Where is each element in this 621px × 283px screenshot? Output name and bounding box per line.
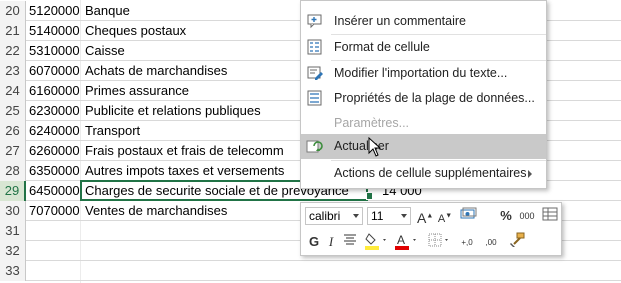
cell-label[interactable]: Autres impots taxes et versements bbox=[85, 161, 284, 181]
edit-import-icon bbox=[306, 65, 324, 81]
cell-label[interactable]: Publicite et relations publiques bbox=[85, 101, 261, 121]
row-header[interactable]: 22 bbox=[0, 41, 26, 61]
fill-color-button[interactable] bbox=[363, 232, 389, 252]
row-header[interactable]: 25 bbox=[0, 101, 26, 121]
cell-label[interactable]: Cheques postaux bbox=[85, 21, 186, 41]
submenu-arrow-icon bbox=[528, 170, 532, 178]
cell-account[interactable]: 7070000 bbox=[29, 201, 80, 221]
mini-toolbar: calibri 11 A▲ A▼ % 000 G I A +,0 ,00 bbox=[300, 202, 562, 256]
row-header[interactable]: 32 bbox=[0, 241, 26, 261]
menu-item-label: Propriétés de la plage de données... bbox=[334, 91, 535, 105]
refresh-icon bbox=[306, 138, 324, 154]
number-format-button[interactable] bbox=[459, 206, 481, 226]
menu-item-label: Insérer un commentaire bbox=[334, 14, 467, 28]
bold-button[interactable]: G bbox=[307, 232, 321, 252]
row-header[interactable]: 28 bbox=[0, 161, 26, 181]
cell-label[interactable]: Ventes de marchandises bbox=[85, 201, 227, 221]
fill-handle[interactable] bbox=[366, 192, 373, 200]
cell-label[interactable]: Transport bbox=[85, 121, 140, 141]
cell-account[interactable]: 6230000 bbox=[29, 101, 80, 121]
percent-button[interactable]: % bbox=[499, 206, 513, 226]
font-color-button[interactable]: A bbox=[393, 232, 419, 252]
font-name-select[interactable]: calibri bbox=[305, 207, 363, 225]
cell-account[interactable]: 6160000 bbox=[29, 81, 80, 101]
cell-account[interactable]: 6260000 bbox=[29, 141, 80, 161]
increase-font-size-button[interactable]: A▲ bbox=[417, 206, 433, 226]
borders-button[interactable] bbox=[427, 232, 451, 252]
cell-label[interactable]: Banque bbox=[85, 1, 130, 21]
decrease-decimal-button[interactable]: ,00 bbox=[481, 233, 501, 253]
cell-account[interactable]: 5140000 bbox=[29, 21, 80, 41]
font-name-value: calibri bbox=[309, 209, 341, 223]
italic-button[interactable]: I bbox=[325, 232, 337, 252]
row-header[interactable]: 31 bbox=[0, 221, 26, 241]
increase-decimal-button[interactable]: +,0 bbox=[457, 233, 477, 253]
align-center-icon bbox=[344, 234, 356, 245]
format-painter-icon bbox=[510, 232, 525, 247]
cell-account[interactable]: 5310000 bbox=[29, 41, 80, 61]
mouse-cursor-icon bbox=[368, 137, 382, 157]
row-header[interactable]: 30 bbox=[0, 201, 26, 221]
row-header[interactable]: 26 bbox=[0, 121, 26, 141]
format-cells-icon bbox=[306, 39, 324, 55]
menu-insert-comment[interactable]: Insérer un commentaire bbox=[301, 9, 546, 34]
cell-account[interactable]: 6070000 bbox=[29, 61, 80, 81]
currency-icon bbox=[460, 207, 477, 219]
menu-item-label: Format de cellule bbox=[334, 40, 430, 54]
menu-format-cells[interactable]: Format de cellule bbox=[301, 35, 546, 60]
format-painter-button[interactable] bbox=[507, 232, 527, 252]
range-properties-icon bbox=[306, 90, 324, 106]
row-header[interactable]: 24 bbox=[0, 81, 26, 101]
row-header-active[interactable]: 29 bbox=[0, 181, 26, 201]
menu-more-cell-actions[interactable]: Actions de cellule supplémentaires bbox=[301, 161, 546, 186]
menu-item-label: Paramètres... bbox=[334, 116, 410, 130]
thousands-separator-button[interactable]: 000 bbox=[517, 206, 537, 226]
menu-parameters: Paramètres... bbox=[301, 111, 546, 136]
row-header[interactable]: 21 bbox=[0, 21, 26, 41]
menu-item-label: Modifier l'importation du texte... bbox=[334, 66, 508, 80]
row-header[interactable]: 20 bbox=[0, 1, 26, 21]
table-row: 33 bbox=[0, 261, 621, 281]
fill-bucket-icon bbox=[365, 233, 386, 250]
shrink-font-icon: A▼ bbox=[437, 212, 453, 225]
chevron-down-icon bbox=[353, 214, 359, 218]
font-color-icon: A bbox=[395, 233, 416, 250]
cell-account[interactable]: 6240000 bbox=[29, 121, 80, 141]
row-header[interactable]: 33 bbox=[0, 261, 26, 281]
comment-icon bbox=[306, 13, 324, 29]
row-header[interactable]: 27 bbox=[0, 141, 26, 161]
menu-range-properties[interactable]: Propriétés de la plage de données... bbox=[301, 86, 546, 111]
menu-refresh[interactable]: Actualiser bbox=[301, 134, 546, 159]
svg-text:A: A bbox=[397, 233, 405, 247]
chevron-down-icon bbox=[401, 214, 407, 218]
table-icon bbox=[542, 207, 558, 221]
decrease-font-size-button[interactable]: A▼ bbox=[437, 206, 453, 226]
cell-label[interactable]: Frais postaux et frais de telecomm bbox=[85, 141, 284, 161]
menu-item-label: Actions de cellule supplémentaires bbox=[334, 166, 527, 180]
cell-label[interactable]: Caisse bbox=[85, 41, 125, 61]
table-format-button[interactable] bbox=[541, 207, 559, 227]
cell-label[interactable]: Achats de marchandises bbox=[85, 61, 227, 81]
menu-edit-import[interactable]: Modifier l'importation du texte... bbox=[301, 61, 546, 86]
align-center-button[interactable] bbox=[341, 232, 359, 252]
cell-account[interactable]: 6350000 bbox=[29, 161, 80, 181]
cell-account[interactable]: 6450000 bbox=[29, 181, 80, 201]
cell-account[interactable]: 5120000 bbox=[29, 1, 80, 21]
row-header[interactable]: 23 bbox=[0, 61, 26, 81]
borders-icon bbox=[428, 233, 448, 247]
context-menu: Insérer un commentaire Format de cellule… bbox=[300, 0, 547, 189]
cell-label[interactable]: Primes assurance bbox=[85, 81, 189, 101]
font-size-value: 11 bbox=[371, 209, 384, 223]
font-size-select[interactable]: 11 bbox=[367, 207, 411, 225]
grow-font-icon: A▲ bbox=[417, 209, 434, 226]
